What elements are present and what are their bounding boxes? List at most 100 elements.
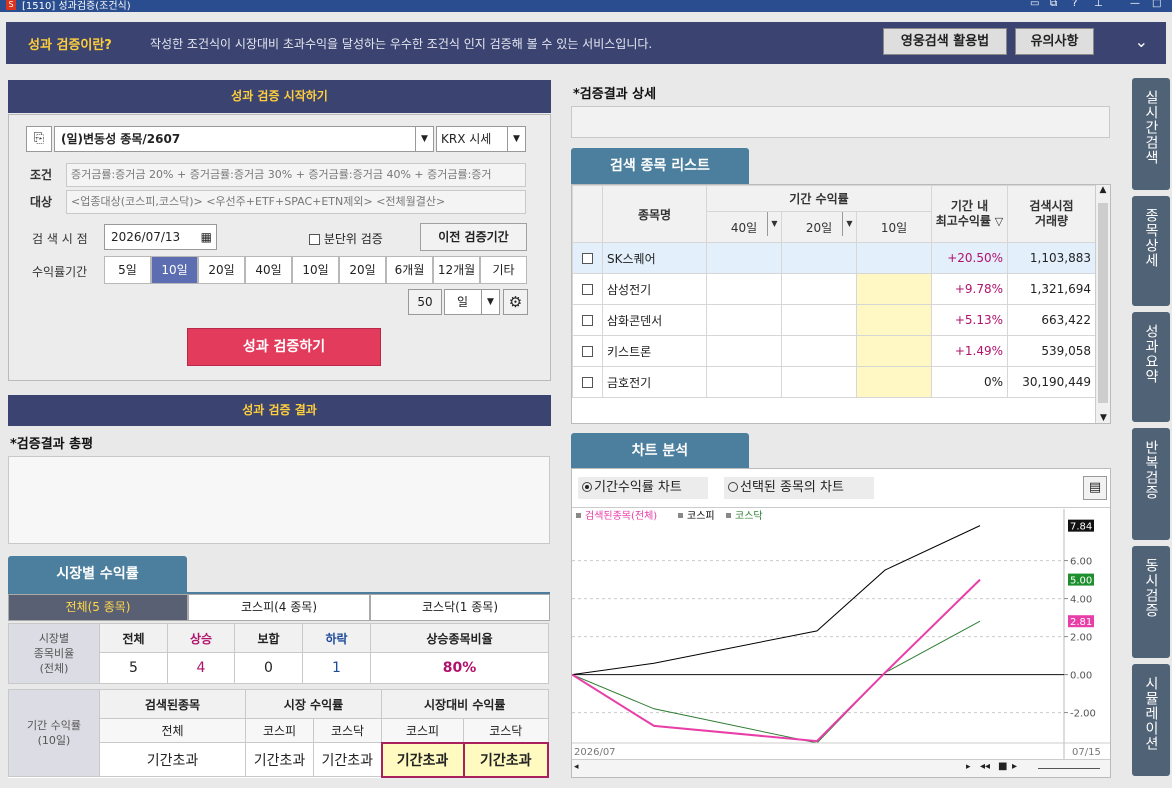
- help-icon[interactable]: ?: [1072, 0, 1077, 9]
- sub-col-40d[interactable]: 40일 ▼: [706, 211, 782, 243]
- table-row[interactable]: SK스퀘어 +20.50% 1,103,883: [572, 242, 1096, 274]
- pin-icon[interactable]: ⊥: [1094, 0, 1103, 9]
- row-checkbox[interactable]: [582, 284, 593, 295]
- period-button-5d[interactable]: 5일: [104, 256, 151, 284]
- minimize-icon[interactable]: ▭: [1030, 0, 1039, 9]
- period-button-40d[interactable]: 40일: [245, 256, 292, 284]
- side-tab-simultaneous[interactable]: 동시검증: [1132, 546, 1170, 658]
- returns-row-label: 기간 수익률 (10일): [8, 689, 100, 777]
- condition-select[interactable]: (일)변동성 종목/2607 ▼: [54, 126, 434, 152]
- list-scrollbar[interactable]: ▲ ▼: [1095, 185, 1110, 423]
- y-tick-label: 0.00: [1070, 671, 1092, 682]
- row-checkbox[interactable]: [582, 315, 593, 326]
- side-tab-simulation[interactable]: 시뮬레이션: [1132, 664, 1170, 776]
- sort-icon[interactable]: ▽: [991, 215, 1003, 228]
- last-value-label: 5.00: [1070, 576, 1092, 587]
- market-tab-kosdaq[interactable]: 코스닥(1 종목): [370, 594, 550, 621]
- chevron-down-icon[interactable]: ▼: [507, 127, 525, 151]
- window-minimize-button[interactable]: —: [1130, 0, 1140, 9]
- minute-check-label: 분단위 검증: [323, 232, 383, 246]
- stock-name: 금호전기: [602, 366, 707, 398]
- calendar-icon[interactable]: ▦: [201, 225, 212, 249]
- side-tab-repeat[interactable]: 반복검증: [1132, 428, 1170, 540]
- returns-sub-kospi-excess: 코스피: [381, 718, 464, 743]
- minute-check[interactable]: 분단위 검증: [309, 230, 383, 247]
- stock-list-tab[interactable]: 검색 종목 리스트: [571, 148, 749, 184]
- chevron-down-icon[interactable]: ▼: [481, 290, 499, 314]
- checkbox-icon[interactable]: [309, 234, 320, 245]
- link-icon[interactable]: ⧉: [1050, 0, 1057, 9]
- target-label: 대상: [30, 195, 53, 209]
- scroll-left-icon[interactable]: ◂: [574, 762, 579, 772]
- legend-label: 코스피: [687, 510, 715, 522]
- market-return-tab[interactable]: 시장별 수익률: [8, 556, 187, 592]
- scroll-up-icon[interactable]: ▲: [1096, 185, 1110, 200]
- period-button-20d-b[interactable]: 20일: [339, 256, 386, 284]
- radio-selected-icon[interactable]: [582, 482, 592, 492]
- window-title-bar: S [1510] 성과검증(조건식) ▭ ⧉ ? ⊥ — □: [0, 0, 1172, 12]
- table-row[interactable]: 금호전기 0% 30,190,449: [572, 366, 1096, 398]
- col-period-header: 기간 수익률: [706, 185, 932, 212]
- radio-unselected-icon[interactable]: [728, 482, 738, 492]
- side-tab-realtime[interactable]: 실시간검색: [1132, 78, 1170, 190]
- play-icon[interactable]: ▸: [1012, 761, 1017, 772]
- col-max-header[interactable]: 기간 내 최고수익률 ▽: [931, 185, 1008, 243]
- chevron-down-icon[interactable]: ▼: [842, 212, 856, 236]
- gear-icon[interactable]: ⚙: [503, 289, 528, 315]
- period-button-20d[interactable]: 20일: [198, 256, 245, 284]
- chart-menu-icon[interactable]: ▤: [1083, 476, 1107, 500]
- legend-marker: [576, 513, 581, 518]
- stop-icon[interactable]: ■: [998, 761, 1007, 772]
- row-checkbox[interactable]: [582, 377, 593, 388]
- series-searched-line: [572, 578, 981, 743]
- ratio-header-total: 전체: [99, 623, 168, 653]
- chevron-down-icon[interactable]: ⌄: [1135, 32, 1148, 51]
- market-select[interactable]: KRX 시세 ▼: [436, 126, 526, 152]
- market-tab-kospi[interactable]: 코스피(4 종목): [188, 594, 370, 621]
- period-button-12m[interactable]: 12개월: [433, 256, 480, 284]
- period-button-10d-b[interactable]: 10일: [292, 256, 339, 284]
- custom-period-input[interactable]: 50: [408, 289, 442, 315]
- row-checkbox[interactable]: [582, 346, 593, 357]
- market-tab-all[interactable]: 전체(5 종목): [8, 594, 188, 621]
- table-row[interactable]: 키스트론 +1.49% 539,058: [572, 335, 1096, 367]
- row-checkbox[interactable]: [582, 253, 593, 264]
- date-input[interactable]: 2026/07/13 ▦: [104, 224, 217, 250]
- chevron-down-icon[interactable]: ▼: [767, 212, 781, 236]
- scroll-down-icon[interactable]: ▼: [1096, 413, 1110, 423]
- run-verification-button[interactable]: 성과 검증하기: [187, 328, 381, 366]
- rewind-icon[interactable]: ◂◂: [980, 761, 990, 772]
- sub-col-20d[interactable]: 20일 ▼: [781, 211, 857, 243]
- prev-period-button[interactable]: 이전 검증기간: [420, 223, 527, 251]
- table-row[interactable]: 삼화콘덴서 +5.13% 663,422: [572, 304, 1096, 336]
- returns-sub-kospi: 코스피: [245, 718, 314, 743]
- col-name-header: 종목명: [602, 185, 707, 243]
- result-header: 성과 검증 결과: [8, 395, 551, 426]
- zoom-slider[interactable]: [1038, 768, 1100, 769]
- stock-volume: 539,058: [1007, 335, 1096, 367]
- period-button-6m[interactable]: 6개월: [386, 256, 433, 284]
- scroll-thumb[interactable]: [1098, 203, 1108, 403]
- notice-button[interactable]: 유의사항: [1015, 28, 1094, 55]
- custom-unit-select[interactable]: 일 ▼: [444, 289, 500, 315]
- sub-col-10d: 10일: [856, 211, 932, 243]
- window-close-button[interactable]: □: [1152, 0, 1161, 9]
- period-button-10d[interactable]: 10일: [151, 256, 198, 284]
- side-tab-summary[interactable]: 성과요약: [1132, 312, 1170, 422]
- scroll-right-icon[interactable]: ▸: [966, 762, 971, 772]
- sub-col-20d-label: 20일: [805, 220, 833, 235]
- table-row[interactable]: 삼성전기 +9.78% 1,321,694: [572, 273, 1096, 305]
- chart-analysis-tab[interactable]: 차트 분석: [571, 433, 749, 469]
- chevron-down-icon[interactable]: ▼: [415, 127, 433, 151]
- ratio-flat-value: 0: [234, 652, 303, 684]
- stock-list-panel: 종목명 기간 수익률 기간 내 최고수익률 ▽ 검색시점 거래량 40일 ▼ 20…: [571, 184, 1111, 424]
- period-button-other[interactable]: 기타: [480, 256, 527, 284]
- ratio-upratio-value: 80%: [370, 652, 549, 684]
- radio-stock-chart[interactable]: 선택된 종목의 차트: [724, 477, 874, 499]
- chart-scrollbar[interactable]: ◂ ▸ ◂◂ ■ ▸: [572, 759, 1110, 777]
- condition-load-icon[interactable]: ⎘: [26, 126, 52, 152]
- returns-searched-value: 기간초과: [99, 742, 246, 777]
- radio-period-chart[interactable]: 기간수익률 차트: [578, 477, 708, 499]
- guide-button[interactable]: 영웅검색 활용법: [883, 28, 1007, 55]
- side-tab-detail[interactable]: 종목상세: [1132, 196, 1170, 306]
